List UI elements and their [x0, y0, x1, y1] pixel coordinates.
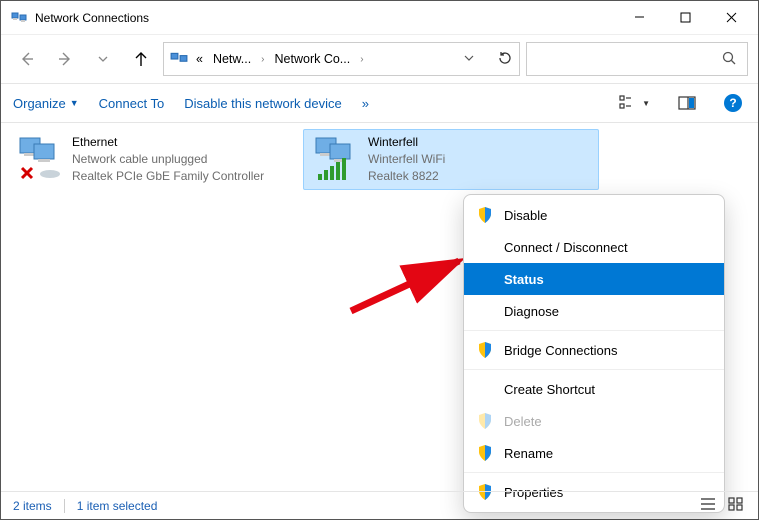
adapter-ethernet[interactable]: Ethernet Network cable unplugged Realtek… — [7, 129, 303, 190]
preview-pane-button[interactable] — [674, 92, 700, 114]
chevron-right-icon[interactable]: › — [358, 54, 365, 65]
help-button[interactable]: ? — [720, 90, 746, 116]
chevron-right-icon[interactable]: › — [259, 54, 266, 65]
close-button[interactable] — [708, 3, 754, 33]
app-icon — [11, 10, 27, 26]
forward-button[interactable] — [49, 43, 81, 75]
window-title: Network Connections — [35, 11, 616, 25]
minimize-button[interactable] — [616, 3, 662, 33]
back-button[interactable] — [11, 43, 43, 75]
address-icon — [170, 50, 188, 68]
ctx-disable[interactable]: Disable — [464, 199, 724, 231]
adapter-device: Realtek 8822 — [368, 168, 445, 185]
address-dropdown-button[interactable] — [463, 52, 475, 67]
ctx-rename[interactable]: Rename — [464, 437, 724, 469]
shield-icon — [476, 444, 494, 462]
up-button[interactable] — [125, 43, 157, 75]
search-box[interactable] — [526, 42, 748, 76]
ctx-label: Bridge Connections — [504, 343, 617, 358]
breadcrumb-segment[interactable]: Network Co... — [273, 52, 353, 66]
ctx-label: Delete — [504, 414, 542, 429]
shield-icon — [476, 412, 494, 430]
ctx-create-shortcut[interactable]: Create Shortcut — [464, 373, 724, 405]
connect-to-button[interactable]: Connect To — [99, 96, 165, 111]
context-menu: Disable Connect / Disconnect Status Diag… — [463, 194, 725, 513]
shield-icon — [476, 206, 494, 224]
ctx-connect-disconnect[interactable]: Connect / Disconnect — [464, 231, 724, 263]
adapter-name: Ethernet — [72, 134, 264, 151]
large-icons-view-button[interactable] — [726, 497, 746, 514]
ctx-label: Connect / Disconnect — [504, 240, 628, 255]
title-bar: Network Connections — [1, 1, 758, 35]
search-icon — [721, 50, 737, 69]
disable-device-button[interactable]: Disable this network device — [184, 96, 342, 111]
address-bar[interactable]: « Netw... › Network Co... › — [163, 42, 520, 76]
ctx-label: Rename — [504, 446, 553, 461]
ctx-label: Diagnose — [504, 304, 559, 319]
help-icon: ? — [724, 94, 742, 112]
adapter-icon — [312, 134, 360, 182]
breadcrumb-prefix[interactable]: « — [194, 52, 205, 66]
command-bar: Organize▼ Connect To Disable this networ… — [1, 83, 758, 123]
shield-icon — [476, 341, 494, 359]
adapter-icon — [16, 134, 64, 182]
refresh-button[interactable] — [497, 50, 513, 69]
separator — [464, 472, 724, 473]
separator — [464, 330, 724, 331]
adapter-device: Realtek PCIe GbE Family Controller — [72, 168, 264, 185]
overflow-button[interactable]: » — [362, 96, 369, 111]
status-bar: 2 items 1 item selected — [1, 491, 758, 519]
adapter-status: Network cable unplugged — [72, 151, 264, 168]
item-count: 2 items — [13, 499, 52, 513]
adapter-status: Winterfell WiFi — [368, 151, 445, 168]
ctx-status[interactable]: Status — [464, 263, 724, 295]
organize-menu[interactable]: Organize▼ — [13, 96, 79, 111]
adapter-name: Winterfell — [368, 134, 445, 151]
ctx-bridge-connections[interactable]: Bridge Connections — [464, 334, 724, 366]
selection-count: 1 item selected — [77, 499, 158, 513]
ctx-label: Status — [504, 272, 544, 287]
separator — [464, 369, 724, 370]
ctx-diagnose[interactable]: Diagnose — [464, 295, 724, 327]
divider — [64, 499, 65, 513]
details-view-button[interactable] — [698, 497, 718, 514]
ctx-label: Create Shortcut — [504, 382, 595, 397]
ctx-delete: Delete — [464, 405, 724, 437]
maximize-button[interactable] — [662, 3, 708, 33]
chevron-down-icon: ▼ — [70, 98, 79, 108]
ctx-label: Disable — [504, 208, 547, 223]
navigation-bar: « Netw... › Network Co... › — [1, 35, 758, 83]
recent-locations-button[interactable] — [87, 43, 119, 75]
adapter-winterfell[interactable]: Winterfell Winterfell WiFi Realtek 8822 — [303, 129, 599, 190]
breadcrumb-segment[interactable]: Netw... — [211, 52, 253, 66]
view-options-button[interactable]: ▼ — [615, 91, 654, 115]
